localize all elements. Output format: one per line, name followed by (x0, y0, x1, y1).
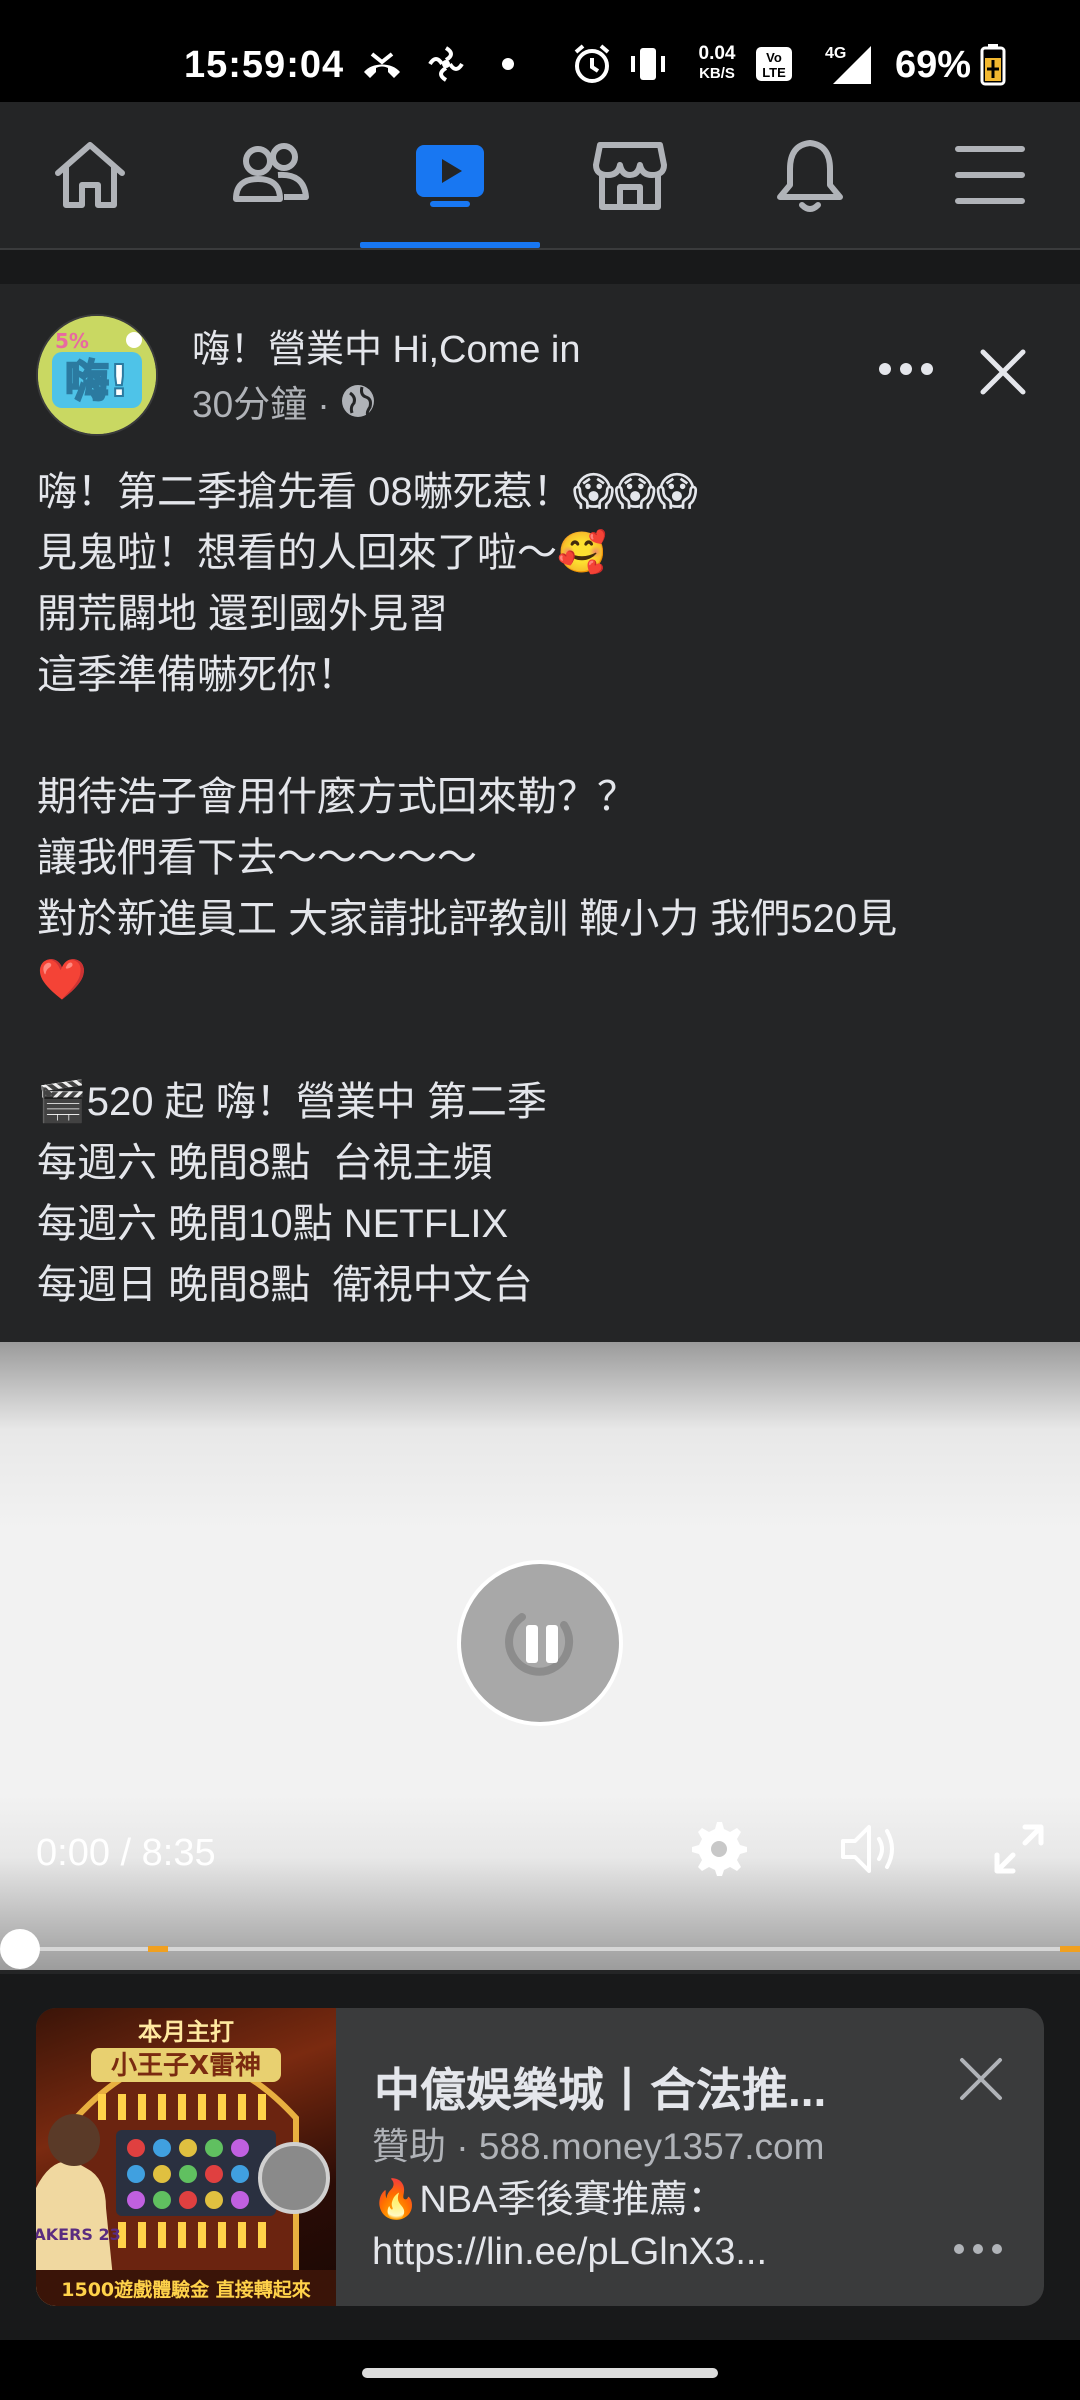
network-speed: 0.04 KB/S (698, 43, 736, 83)
loading-pause-icon (505, 1613, 574, 1676)
page-avatar[interactable]: 嗨! 5% (36, 314, 158, 436)
post-line: 每週六 晚間10點 NETFLIX (37, 1202, 509, 1246)
post-body: 嗨！第二季搶先看 08嚇死惹！😱😱😱 見鬼啦！想看的人回來了啦～🥰 開荒闢地 還… (37, 462, 1047, 1316)
svg-text:5%: 5% (55, 329, 89, 353)
video-settings-button[interactable] (684, 1814, 754, 1884)
notifications-icon (777, 140, 843, 212)
battery-percent: 69% (895, 44, 972, 86)
svg-text:4G: 4G (825, 45, 846, 62)
post-line: 對於新進員工 大家請批評教訓 鞭小力 我們520見 (37, 897, 898, 941)
globe-icon (341, 385, 374, 417)
ad-title[interactable]: 中億娛樂城丨合法推... (374, 2054, 826, 2120)
home-indicator[interactable] (362, 2368, 718, 2378)
post-author[interactable]: 嗨！營業中 Hi,Come in (192, 318, 581, 373)
notification-dot-icon (498, 42, 518, 86)
post-line: 嗨！第二季搶先看 08嚇死惹！😱😱😱 (37, 470, 698, 514)
ad-break-marker (1060, 1946, 1080, 1952)
post-line: 每週六 晚間8點 台視主頻 (37, 1141, 493, 1185)
post-more-button[interactable] (876, 354, 936, 384)
nav-home[interactable] (0, 102, 180, 248)
ad-description[interactable]: 🔥NBA季後賽推薦： https://lin.ee/pLGlnX3... (372, 2174, 767, 2278)
nav-watch[interactable] (360, 102, 540, 248)
post-line: 見鬼啦！想看的人回來了啦～🥰 (37, 531, 607, 575)
ad-more-button[interactable] (948, 2234, 1008, 2264)
volte-icon: Vo LTE (752, 42, 796, 86)
watch-icon (416, 145, 484, 207)
sponsored-ad[interactable]: 本月主打 小王子X雷神 LAKERS 23 1500遊戲體驗金 直接轉起來 中億… (36, 2008, 1044, 2306)
video-fullscreen-button[interactable] (984, 1814, 1054, 1884)
svg-text:小王子X雷神: 小王子X雷神 (111, 2051, 261, 2081)
pinwheel-icon (424, 42, 468, 86)
top-nav (0, 102, 1080, 250)
more-dots-icon (879, 363, 933, 375)
svg-text:LAKERS 23: LAKERS 23 (36, 2225, 121, 2244)
video-player[interactable]: 0:00 / 8:35 (0, 1342, 1080, 1970)
post-hide-button[interactable] (975, 344, 1031, 400)
video-volume-button[interactable] (834, 1814, 904, 1884)
ad-banner-art: 本月主打 小王子X雷神 LAKERS 23 1500遊戲體驗金 直接轉起來 (36, 2018, 336, 2306)
gear-icon (692, 1822, 747, 1876)
post-line: ❤️ (37, 958, 87, 1002)
vibrate-icon (626, 42, 670, 86)
status-bar: 15:59:04 0.04 KB/S Vo LTE 4G 69% (0, 0, 1080, 102)
post-line: 讓我們看下去～～～～～ (37, 836, 477, 880)
video-scrubber[interactable] (0, 1929, 40, 1969)
ad-break-marker (148, 1946, 168, 1952)
post-line: 開荒闢地 還到國外見習 (37, 592, 449, 636)
video-progress-bar[interactable] (0, 1929, 1080, 1969)
play-pause-button[interactable] (457, 1560, 623, 1726)
friends-icon (233, 143, 309, 202)
volume-icon (841, 1825, 894, 1873)
home-icon (55, 142, 125, 208)
ad-image[interactable]: 本月主打 小王子X雷神 LAKERS 23 1500遊戲體驗金 直接轉起來 (36, 2008, 336, 2306)
marketplace-icon (593, 142, 667, 210)
nav-notifications[interactable] (720, 102, 900, 248)
nav-marketplace[interactable] (540, 102, 720, 248)
battery-charging-icon (976, 42, 1010, 86)
svg-text:1500遊戲體驗金 直接轉起來: 1500遊戲體驗金 直接轉起來 (61, 2278, 311, 2301)
signal-4g-icon: 4G (804, 42, 878, 86)
avatar-logo: 嗨! 5% (38, 316, 156, 434)
close-icon (960, 2058, 1002, 2100)
post-line (37, 1011, 1047, 1072)
nav-menu[interactable] (900, 102, 1080, 248)
close-icon (980, 349, 1026, 395)
svg-text:LTE: LTE (762, 65, 786, 80)
video-time: 0:00 / 8:35 (36, 1832, 216, 1874)
svg-text:Vo: Vo (766, 50, 782, 65)
ad-close-button[interactable] (954, 2052, 1008, 2106)
fullscreen-icon (994, 1824, 1044, 1874)
post-time[interactable]: 30分鐘 · (192, 374, 330, 428)
call-forward-icon (356, 42, 408, 86)
post-line: 這季準備嚇死你！ (37, 653, 357, 697)
alarm-icon (568, 42, 616, 86)
menu-icon (955, 146, 1025, 204)
svg-text:嗨!: 嗨! (65, 356, 129, 407)
post-line: 🎬520 起 嗨！營業中 第二季 (37, 1080, 547, 1124)
status-time: 15:59:04 (184, 44, 345, 86)
svg-text:本月主打: 本月主打 (138, 2018, 234, 2046)
more-dots-icon (954, 2244, 1002, 2254)
post-line: 每週日 晚間8點 衛視中文台 (37, 1263, 533, 1307)
post-line (37, 706, 1047, 767)
ad-sponsor-line: 贊助 · 588.money1357.com (372, 2126, 825, 2167)
post-meta: 30分鐘 · (192, 374, 376, 428)
post-line: 期待浩子會用什麼方式回來勒？？ (37, 775, 637, 819)
nav-friends[interactable] (180, 102, 360, 248)
